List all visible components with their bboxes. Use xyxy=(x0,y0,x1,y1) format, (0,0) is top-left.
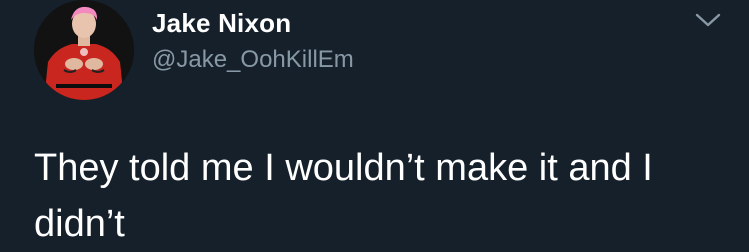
tweet-text: They told me I wouldn’t make it and I di… xyxy=(34,147,653,245)
author-handle[interactable]: @Jake_OohKillEm xyxy=(152,46,354,74)
avatar[interactable] xyxy=(34,0,134,100)
profile-photo-icon xyxy=(34,0,134,100)
chevron-down-icon-graphic xyxy=(695,13,721,27)
author-display-name[interactable]: Jake Nixon xyxy=(152,8,291,39)
tweet-card: Jake Nixon @Jake_OohKillEm They told me … xyxy=(0,0,749,249)
chevron-down-icon[interactable] xyxy=(694,10,722,30)
